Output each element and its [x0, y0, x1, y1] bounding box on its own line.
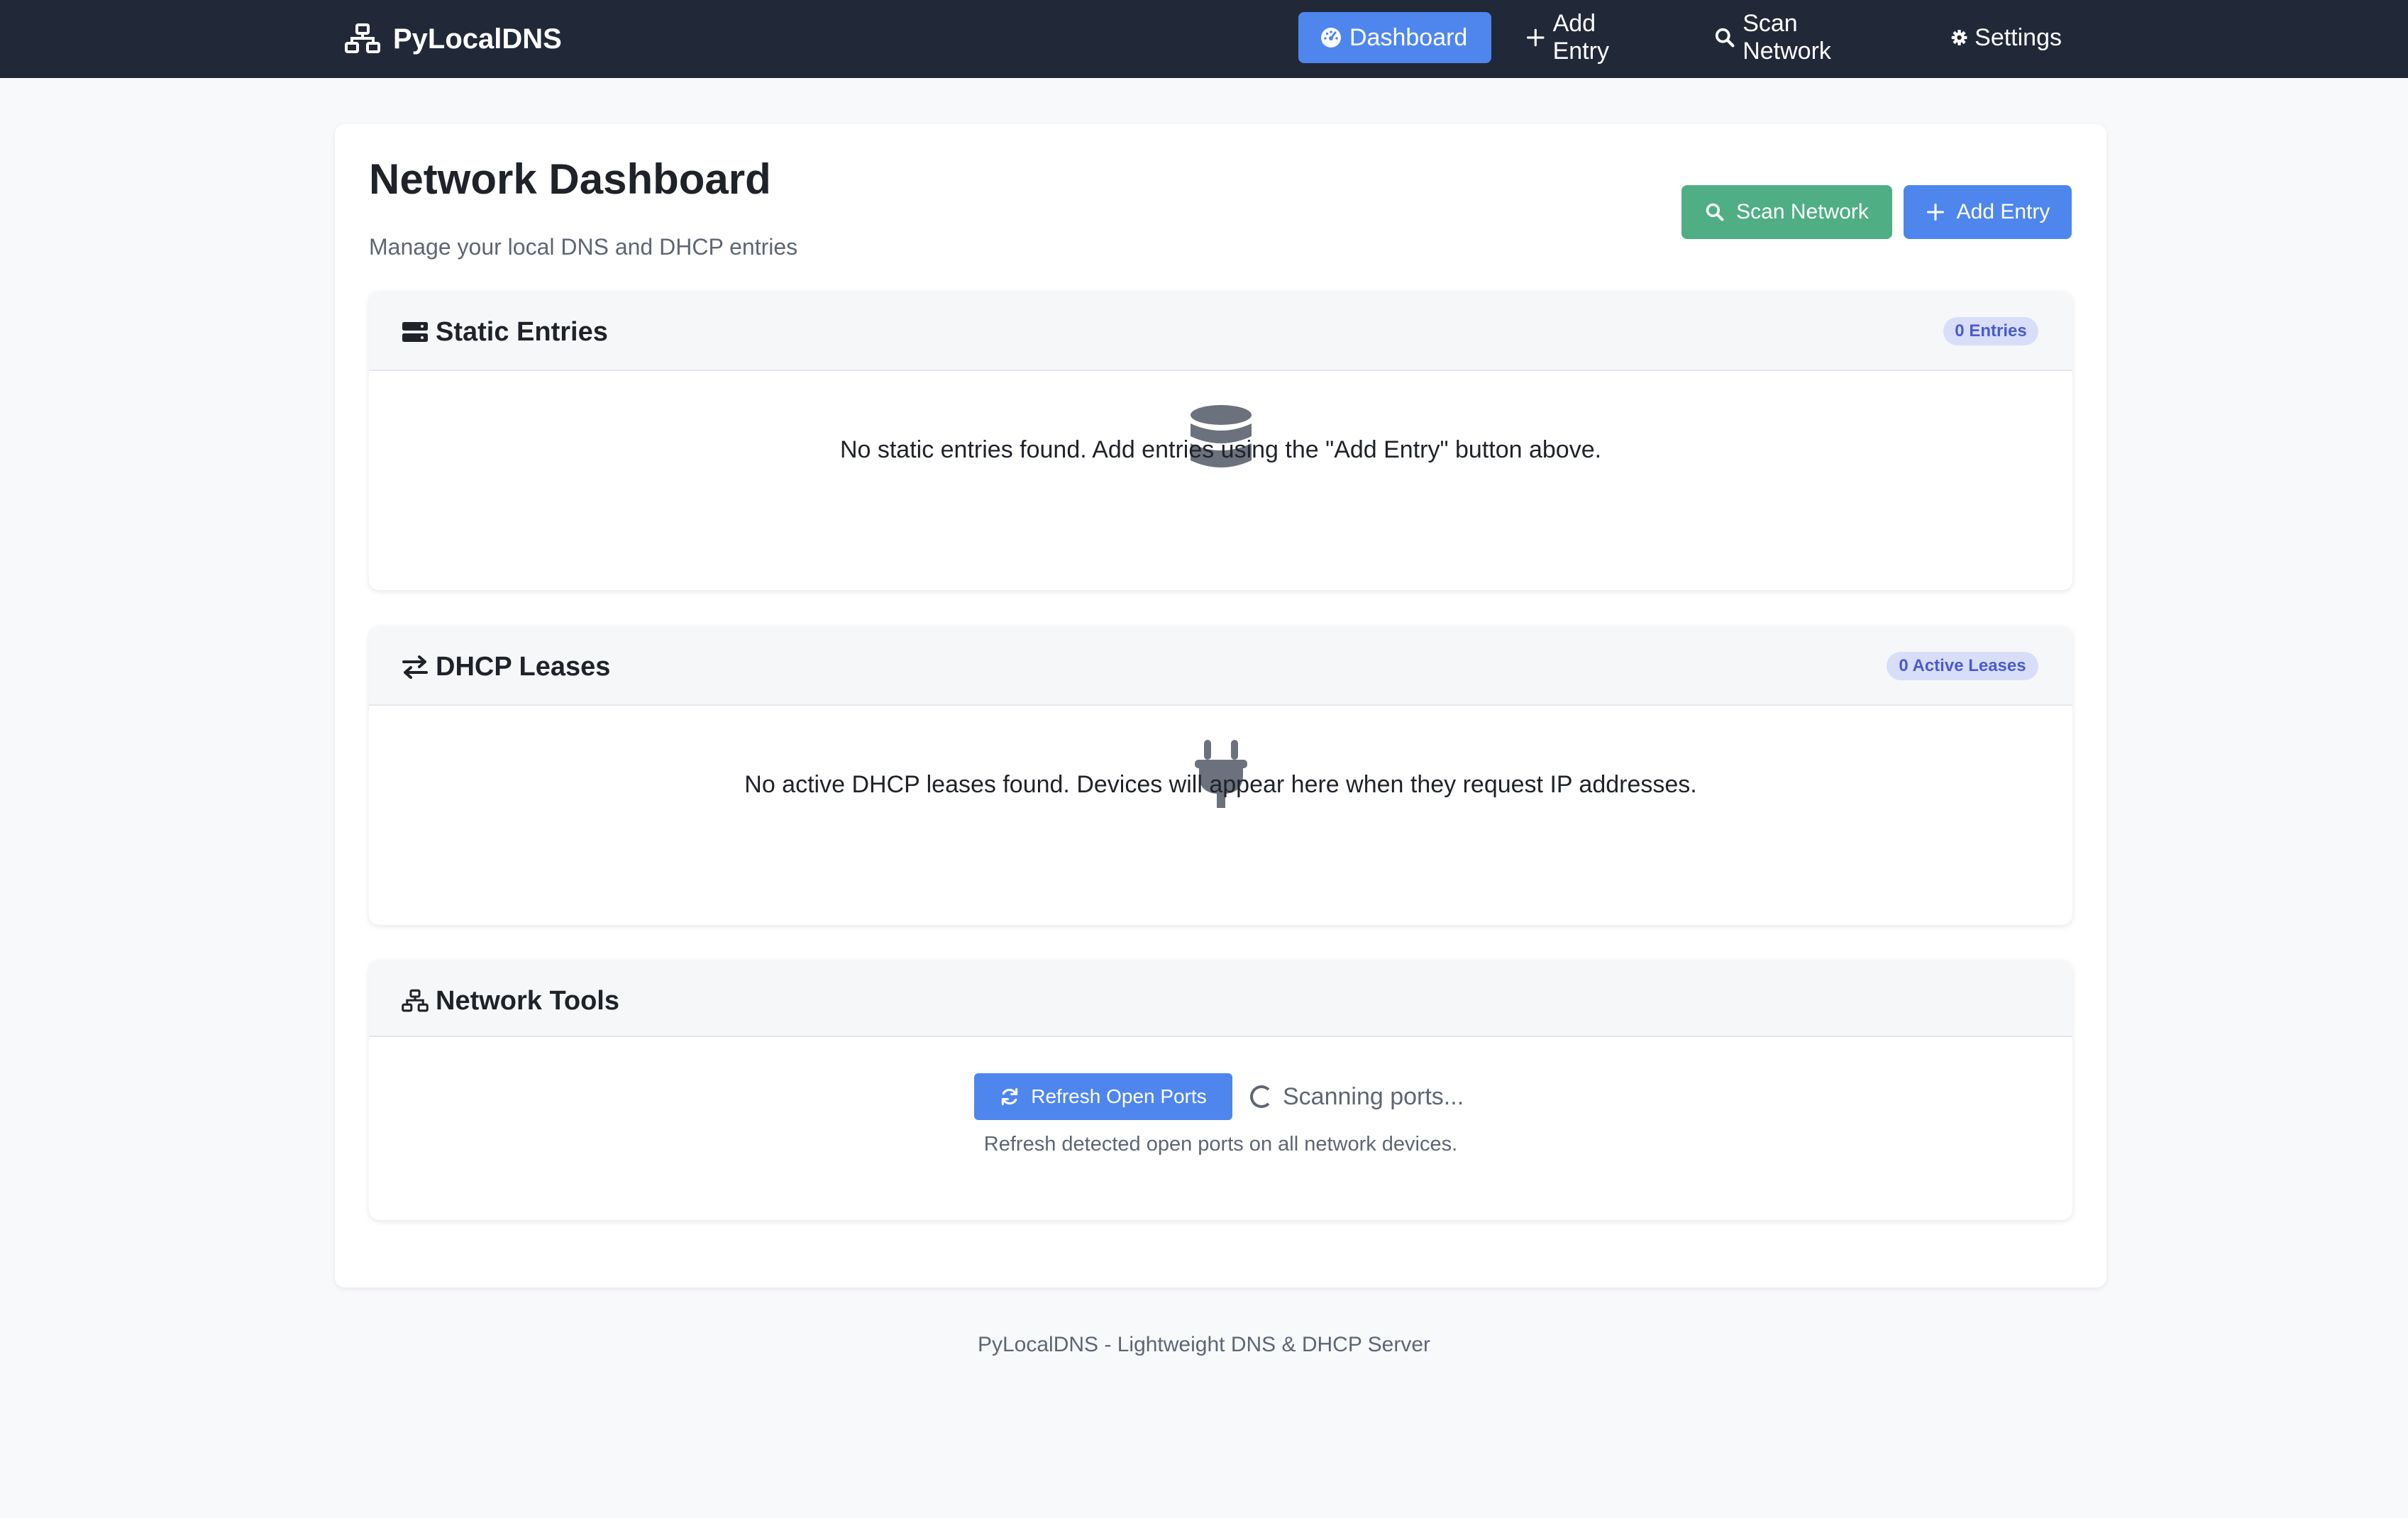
server-icon	[402, 322, 428, 342]
top-navbar: PyLocalDNS Dashboard Add Entry Scan Netw…	[0, 0, 2408, 78]
search-icon	[1715, 28, 1735, 48]
dhcp-leases-count-badge: 0 Active Leases	[1887, 652, 2038, 680]
brand-logo[interactable]: PyLocalDNS	[345, 18, 562, 60]
static-entries-title: Static Entries	[402, 314, 608, 350]
dhcp-leases-title: DHCP Leases	[402, 649, 610, 685]
gear-icon	[1951, 30, 1967, 45]
scan-network-button[interactable]: Scan Network	[1681, 185, 1892, 239]
network-tools-title: Network Tools	[402, 983, 619, 1019]
dhcp-leases-panel: DHCP Leases 0 Active Leases No active DH…	[369, 626, 2072, 925]
network-tools-panel: Network Tools Refresh Open Ports Scannin…	[369, 960, 2072, 1220]
static-entries-count-badge: 0 Entries	[1943, 317, 2038, 345]
nav-dashboard[interactable]: Dashboard	[1298, 12, 1491, 63]
nav-add-entry[interactable]: Add Entry	[1504, 10, 1669, 65]
network-tools-help-text: Refresh detected open ports on all netwo…	[983, 1133, 1458, 1156]
network-icon	[345, 23, 380, 53]
search-icon	[1706, 203, 1724, 221]
refresh-icon	[1002, 1087, 1018, 1106]
brand-name: PyLocalDNS	[393, 23, 562, 55]
refresh-open-ports-label: Refresh Open Ports	[1031, 1085, 1207, 1107]
dhcp-leases-header: DHCP Leases 0 Active Leases	[369, 626, 2072, 706]
static-entries-panel: Static Entries 0 Entries No static entri…	[369, 292, 2072, 590]
plus-icon	[1527, 28, 1545, 47]
refresh-open-ports-button[interactable]: Refresh Open Ports	[974, 1073, 1232, 1120]
static-entries-title-text: Static Entries	[436, 316, 608, 347]
add-entry-button-label: Add Entry	[1956, 200, 2050, 223]
scanning-status: Scanning ports...	[1250, 1077, 1464, 1117]
network-tools-title-text: Network Tools	[436, 985, 619, 1016]
nav-scan-network[interactable]: Scan Network	[1693, 10, 1906, 65]
page-subtitle: Manage your local DNS and DHCP entries	[369, 234, 798, 260]
spinner-icon	[1250, 1085, 1273, 1108]
dashboard-icon	[1321, 28, 1341, 48]
scanning-status-text: Scanning ports...	[1283, 1082, 1464, 1110]
nav-dashboard-label: Dashboard	[1349, 23, 1468, 51]
footer-text: PyLocalDNS - Lightweight DNS & DHCP Serv…	[977, 1333, 1430, 1356]
add-entry-button[interactable]: Add Entry	[1904, 185, 2072, 239]
static-entries-empty-message: No static entries found. Add entries usi…	[839, 436, 1602, 463]
page-title: Network Dashboard	[369, 155, 771, 203]
nav-scan-network-label: Scan Network	[1743, 10, 1831, 65]
scan-network-button-label: Scan Network	[1736, 200, 1869, 223]
network-tools-header: Network Tools	[369, 960, 2072, 1037]
plus-icon	[1926, 203, 1944, 221]
nav-settings-label: Settings	[1975, 23, 2062, 51]
exchange-icon	[402, 655, 428, 679]
dhcp-leases-empty-message: No active DHCP leases found. Devices wil…	[744, 771, 1697, 798]
dhcp-leases-title-text: DHCP Leases	[436, 651, 611, 682]
nav-settings[interactable]: Settings	[1930, 12, 2083, 63]
nav-add-entry-label: Add Entry	[1552, 10, 1609, 65]
network-icon	[402, 989, 429, 1012]
static-entries-header: Static Entries 0 Entries	[369, 292, 2072, 371]
